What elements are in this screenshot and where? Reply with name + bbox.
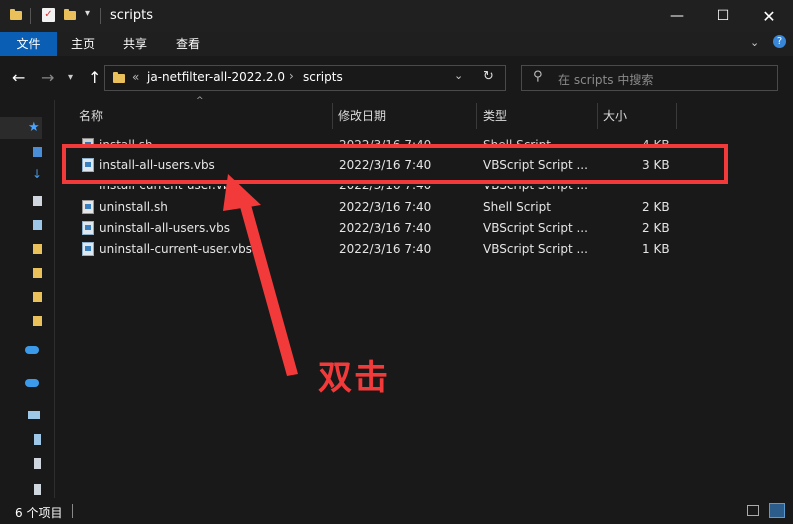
status-bar: 6 个项目 [0, 498, 793, 524]
annotation-text: 双击 [318, 358, 390, 398]
item-count: 6 个项目 [15, 506, 63, 520]
details-view-icon[interactable] [747, 505, 759, 516]
large-icons-view-icon[interactable] [769, 503, 785, 518]
annotation-arrow [223, 174, 298, 376]
divider [72, 504, 73, 518]
